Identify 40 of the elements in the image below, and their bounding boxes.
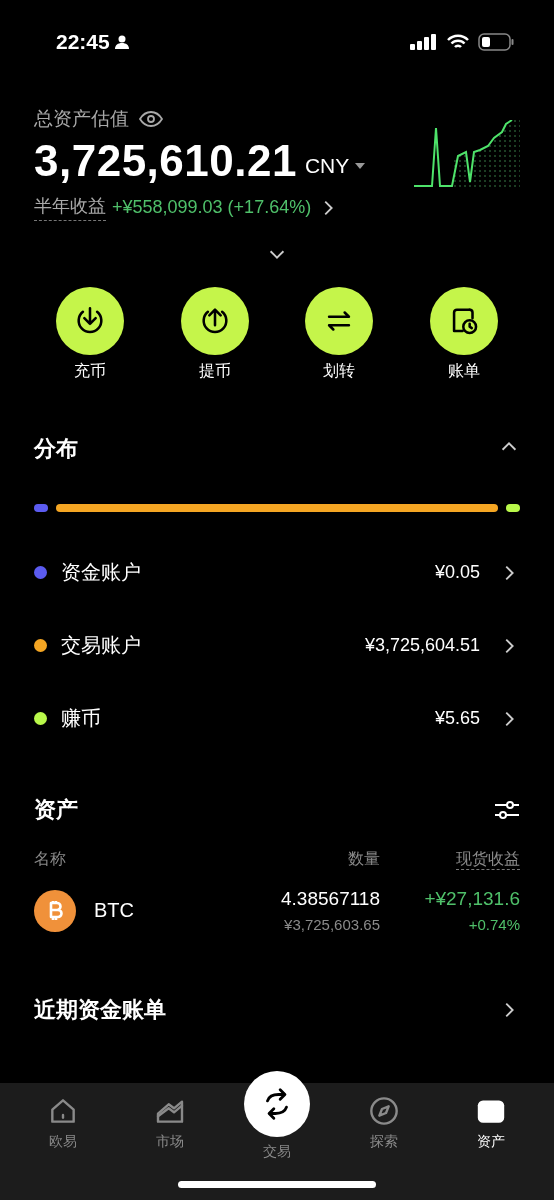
account-value: ¥0.05 — [434, 562, 480, 583]
asset-row[interactable]: BTC 4.38567118 ¥3,725,603.65 +¥27,131.6 +0.74% — [34, 888, 520, 933]
tab-item[interactable]: 欧易 — [10, 1083, 117, 1152]
tab-item[interactable]: 市场 — [116, 1083, 224, 1152]
dropdown-caret-icon — [355, 163, 366, 169]
filter-sliders-icon[interactable] — [494, 798, 520, 822]
column-header: 数量 — [347, 849, 380, 869]
account-value: ¥5.65 — [434, 708, 480, 729]
account-value: ¥3,725,604.51 — [364, 635, 480, 656]
currency-label: CNY — [304, 154, 350, 178]
earnings-value: +¥558,099.03 (+17.64%) — [112, 197, 312, 218]
asset-pnl-percent: +0.74% — [468, 916, 520, 933]
eye-icon — [139, 110, 163, 128]
signal-icon — [410, 34, 438, 50]
battery-icon — [478, 33, 514, 51]
section-title: 资产 — [34, 796, 78, 824]
account-name: 交易账户 — [61, 633, 142, 658]
person-icon — [113, 34, 130, 50]
asset-value: ¥3,725,603.65 — [284, 916, 380, 933]
tab-item[interactable]: 资产 — [437, 1083, 544, 1152]
tab-item[interactable]: 交易 — [223, 1059, 331, 1162]
bitcoin-icon — [34, 889, 76, 932]
column-header: 名称 — [34, 849, 67, 869]
account-name: 赚币 — [61, 706, 102, 731]
total-amount: 3,725,610.21 — [34, 136, 297, 186]
total-assets-title: 总资产估值 — [34, 107, 129, 131]
asset-symbol: BTC — [94, 899, 134, 922]
section-title: 近期资金账单 — [34, 996, 166, 1024]
account-row[interactable]: 赚币 ¥5.65 — [34, 682, 520, 755]
section-title: 分布 — [34, 435, 78, 463]
earnings-label: 半年收益 — [34, 194, 106, 221]
account-name: 资金账户 — [61, 560, 142, 585]
asset-pnl: +¥27,131.6 — [424, 888, 520, 910]
status-time: 22:45 — [56, 30, 110, 54]
column-header: 现货收益 — [456, 850, 520, 870]
compass-icon — [367, 1095, 400, 1127]
account-row[interactable]: 交易账户 ¥3,725,604.51 — [34, 609, 520, 682]
account-row[interactable]: 资金账户 ¥0.05 — [34, 536, 520, 609]
tab-item[interactable]: 探索 — [330, 1083, 438, 1152]
asset-amount: 4.38567118 — [281, 888, 380, 910]
